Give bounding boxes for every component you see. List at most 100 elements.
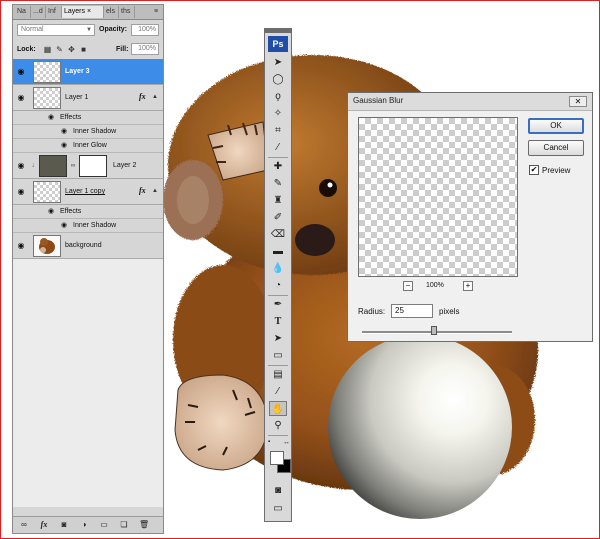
- layer-row-layer-3[interactable]: ◉ Layer 3: [13, 59, 163, 85]
- preview-window[interactable]: [358, 117, 518, 277]
- eye-icon[interactable]: ◉: [46, 114, 56, 122]
- blend-row: Normal ▼ Opacity: 100%: [13, 21, 163, 41]
- radius-input[interactable]: 25: [391, 304, 433, 318]
- pen-tool-icon[interactable]: ✒: [269, 297, 287, 312]
- mask-icon[interactable]: ◙: [59, 520, 69, 530]
- adjustment-icon[interactable]: ◑: [79, 520, 89, 530]
- history-brush-tool-icon[interactable]: ✐: [269, 210, 287, 225]
- eye-icon[interactable]: ◉: [16, 94, 26, 102]
- layer-thumbnail: [33, 87, 61, 109]
- radius-slider[interactable]: [362, 331, 512, 334]
- effects-row[interactable]: ◉ Effects: [13, 205, 163, 219]
- layer-thumbnail: [33, 235, 61, 257]
- eraser-tool-icon[interactable]: ⌫: [269, 227, 287, 242]
- dialog-titlebar[interactable]: Gaussian Blur ✕: [348, 93, 592, 111]
- effect-name: Inner Shadow: [73, 128, 117, 135]
- effect-row-inner-shadow[interactable]: ◉ Inner Shadow: [13, 219, 163, 233]
- lock-paint-icon[interactable]: ✎: [55, 45, 64, 54]
- crop-tool-icon[interactable]: ⌗: [269, 123, 287, 138]
- fill-input[interactable]: 100%: [131, 43, 159, 55]
- tools-panel: Ps ➤ ◯ ϙ ✧ ⌗ ⁄ ✚ ✎ ♜ ✐ ⌫ ▬ 💧 ◔ ✒ T ➤ ▭ ▤…: [264, 28, 292, 522]
- color-swatches[interactable]: ▪ ↔: [268, 439, 291, 479]
- foreground-color-swatch[interactable]: [270, 451, 284, 465]
- effect-row-inner-shadow[interactable]: ◉ Inner Shadow: [13, 125, 163, 139]
- screen-mode-icon[interactable]: ▭: [269, 501, 287, 516]
- layer-row-layer-1-copy[interactable]: ◉ Layer 1 copy fx ▲: [13, 179, 163, 205]
- layer-name: Layer 1 copy: [65, 188, 106, 195]
- trash-icon[interactable]: 🗑: [139, 520, 149, 530]
- fx-icon[interactable]: fx: [139, 186, 146, 195]
- mask-thumbnail[interactable]: [79, 155, 107, 177]
- marquee-tool-icon[interactable]: ◯: [269, 72, 287, 87]
- new-layer-icon[interactable]: ❏: [119, 520, 129, 530]
- clone-stamp-tool-icon[interactable]: ♜: [269, 193, 287, 208]
- tab-layers[interactable]: Layers ×: [62, 6, 104, 18]
- ok-button[interactable]: OK: [528, 118, 584, 134]
- lock-label: Lock:: [17, 46, 36, 53]
- close-button[interactable]: ✕: [569, 96, 587, 107]
- tab-navigator[interactable]: Na: [15, 6, 31, 18]
- effect-row-inner-glow[interactable]: ◉ Inner Glow: [13, 139, 163, 153]
- panel-menu-icon[interactable]: ≡: [151, 7, 161, 17]
- healing-brush-tool-icon[interactable]: ✚: [269, 159, 287, 174]
- blend-mode-select[interactable]: Normal ▼: [17, 24, 95, 36]
- eyedropper-tool-icon[interactable]: ⁄: [269, 140, 287, 155]
- notes-tool-icon[interactable]: ▤: [269, 367, 287, 382]
- cancel-button[interactable]: Cancel: [528, 140, 584, 156]
- eye-icon[interactable]: ◉: [16, 188, 26, 196]
- tab-info[interactable]: Inf: [46, 6, 62, 18]
- eye-icon[interactable]: ◉: [16, 162, 26, 170]
- shape-tool-icon[interactable]: ▭: [269, 348, 287, 363]
- tab-label: els: [106, 8, 115, 15]
- close-icon[interactable]: ×: [87, 8, 91, 15]
- group-icon[interactable]: ▭: [99, 520, 109, 530]
- swap-colors-icon[interactable]: ↔: [283, 439, 290, 446]
- lasso-tool-icon[interactable]: ϙ: [269, 89, 287, 104]
- layer-row-background[interactable]: ◉ background: [13, 233, 163, 259]
- move-tool-icon[interactable]: ➤: [269, 55, 287, 70]
- layer-row-layer-1[interactable]: ◉ Layer 1 fx ▲: [13, 85, 163, 111]
- blur-tool-icon[interactable]: 💧: [269, 261, 287, 276]
- chevron-up-icon[interactable]: ▲: [151, 187, 159, 195]
- opacity-input[interactable]: 100%: [131, 24, 159, 36]
- link-icon[interactable]: ∞: [19, 520, 29, 530]
- magic-wand-tool-icon[interactable]: ✧: [269, 106, 287, 121]
- type-tool-icon[interactable]: T: [269, 314, 287, 329]
- zoom-in-button[interactable]: +: [463, 281, 473, 291]
- eye-icon[interactable]: ◉: [59, 142, 69, 150]
- brush-tool-icon[interactable]: ✎: [269, 176, 287, 191]
- tab-paths[interactable]: ths: [119, 6, 135, 18]
- layer-row-layer-2[interactable]: ◉ ↓ ∞ Layer 2: [13, 153, 163, 179]
- ps-logo[interactable]: Ps: [268, 36, 288, 52]
- eye-icon[interactable]: ◉: [16, 68, 26, 76]
- fx-icon[interactable]: fx: [39, 520, 49, 530]
- eye-icon[interactable]: ◉: [59, 222, 69, 230]
- chevron-up-icon[interactable]: ▲: [151, 93, 159, 101]
- dodge-tool-icon[interactable]: ◔: [269, 278, 287, 293]
- quick-mask-icon[interactable]: ◙: [269, 483, 287, 498]
- preview-checkbox[interactable]: ✔: [529, 165, 539, 175]
- lock-transparent-icon[interactable]: ▦: [43, 45, 52, 54]
- path-selection-tool-icon[interactable]: ➤: [269, 331, 287, 346]
- zoom-out-button[interactable]: −: [403, 281, 413, 291]
- hand-tool-icon[interactable]: ✋: [269, 401, 287, 416]
- default-colors-icon[interactable]: ▪: [268, 439, 270, 445]
- separator: [268, 435, 288, 436]
- tools-grip[interactable]: [265, 29, 291, 33]
- separator: [268, 365, 288, 366]
- chain-icon[interactable]: ∞: [69, 162, 77, 170]
- fx-icon[interactable]: fx: [139, 92, 146, 101]
- lock-all-icon[interactable]: ■: [79, 45, 88, 54]
- zoom-tool-icon[interactable]: ⚲: [269, 418, 287, 433]
- tab-channels[interactable]: els: [104, 6, 119, 18]
- eye-icon[interactable]: ◉: [46, 208, 56, 216]
- gradient-tool-icon[interactable]: ▬: [269, 244, 287, 259]
- radius-slider-thumb[interactable]: [431, 326, 437, 335]
- eye-icon[interactable]: ◉: [16, 242, 26, 250]
- lock-move-icon[interactable]: ✥: [67, 45, 76, 54]
- effects-row[interactable]: ◉ Effects: [13, 111, 163, 125]
- eye-icon[interactable]: ◉: [59, 128, 69, 136]
- effect-name: Inner Glow: [73, 142, 107, 149]
- tab-collapsed[interactable]: ...d: [31, 6, 46, 18]
- eyedropper-icon[interactable]: ⁄: [269, 384, 287, 399]
